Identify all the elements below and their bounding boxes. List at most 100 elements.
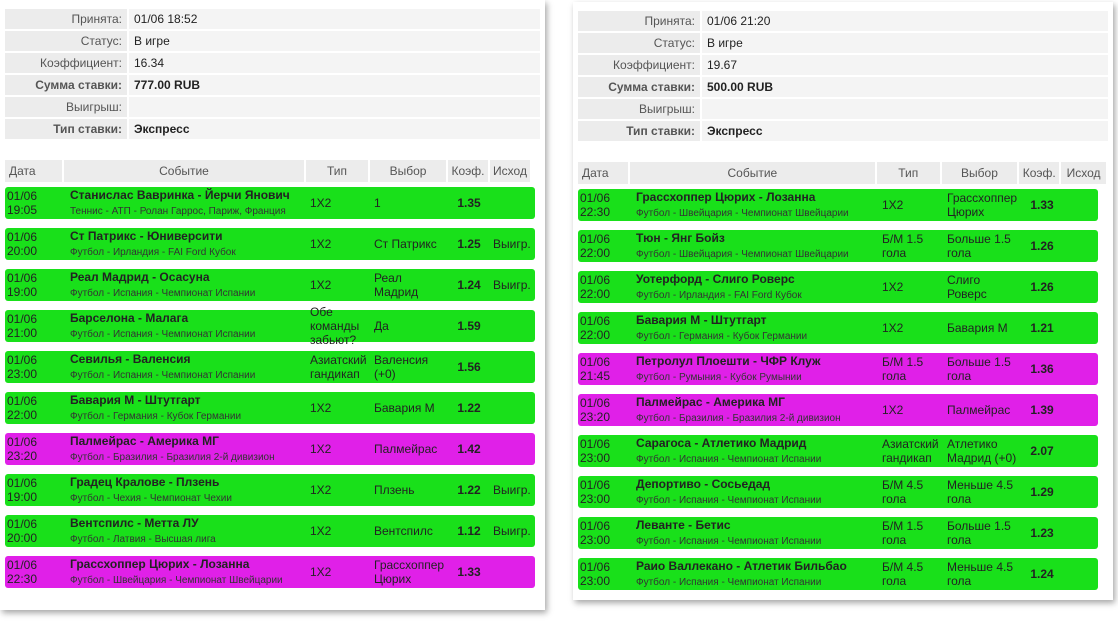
bet-type: Азиатский гандикап: [882, 437, 939, 465]
event-title: Грассхоппер Цюрих - Лозанна: [636, 189, 816, 204]
bet-type-cell: 1X2: [306, 511, 370, 551]
event-row: 01/06 23:20 Палмейрас - Америка МГ Футбол -…: [5, 429, 540, 469]
event-league: Футбол - Германия - Кубок Германии: [636, 330, 808, 342]
result-cell: [1063, 226, 1108, 266]
bet-type: Б/М 4.5 гола: [882, 560, 924, 588]
info-value-accepted: 01/06 18:52: [129, 9, 540, 29]
bet-type-cell: Азиатский гандикап: [306, 347, 370, 387]
coef-cell: 1.23: [1021, 513, 1063, 553]
event-row: 01/06 21:00 Барселона - Малага Футбол - Исп…: [5, 305, 540, 347]
event-date: 01/06: [7, 517, 38, 531]
bet-type-cell: Б/М 1.5 гола: [878, 349, 943, 389]
event-date-cell: 01/06 23:00: [578, 513, 630, 553]
event-cell: Градец Кралове - Плзень Футбол - Чехия - …: [64, 470, 306, 510]
event-date: 01/06: [580, 478, 611, 492]
coef-cell: 1.24: [1021, 554, 1063, 594]
event-row: 01/06 22:30 Грассхоппер Цюрих - Лозанна Фут…: [578, 185, 1108, 225]
bet-coef: 1.21: [1030, 321, 1054, 335]
event-cell: Бавария М - Штутгарт Футбол - Германия - …: [64, 388, 306, 428]
bet-choice: Валенсия (+0): [374, 353, 429, 381]
event-title: Бавария М - Штутгарт: [70, 392, 201, 407]
column-header-coef: Коэф.: [448, 160, 488, 182]
info-value-accepted: 01/06 21:20: [702, 11, 1108, 31]
bet-coef: 1.36: [1030, 362, 1054, 376]
event-league: Футбол - Румыния - Кубок Румынии: [636, 371, 802, 383]
event-title: Ст Патрикс - Юниверсити: [70, 228, 223, 243]
result-cell: [490, 347, 532, 387]
bet-choice: Бавария М: [374, 401, 435, 415]
info-value-coef: 16.34: [129, 53, 540, 73]
choice-cell: Реал Мадрид: [370, 265, 448, 305]
bet-coef: 1.22: [457, 401, 481, 415]
event-row: 01/06 23:20 Палмейрас - Америка МГ Футбол -…: [578, 390, 1108, 430]
event-time: 22:00: [580, 287, 611, 301]
event-title: Тюн - Янг Бойз: [636, 230, 725, 245]
event-time: 21:45: [580, 369, 611, 383]
bet-coef: 1.39: [1030, 403, 1054, 417]
event-time: 19:00: [7, 490, 38, 504]
bet-choice: Меньше 4.5 гола: [947, 478, 1013, 506]
bet-type: Б/М 1.5 гола: [882, 519, 924, 547]
bet-choice: Вентспилс: [374, 524, 433, 538]
info-row-accepted: Принята: 01/06 18:52: [5, 9, 540, 29]
column-header-event: Событие: [64, 160, 304, 182]
choice-cell: Больше 1.5 гола: [943, 349, 1021, 389]
info-value-coef: 19.67: [702, 55, 1108, 75]
event-time: 19:05: [7, 203, 38, 217]
event-time: 20:00: [7, 531, 38, 545]
info-label: Сумма ставки:: [578, 77, 700, 97]
event-league: Футбол - Бразилия - Бразилия 2-й дивизио…: [636, 412, 841, 424]
event-league: Футбол - Испания - Чемпионат Испании: [636, 494, 822, 506]
choice-cell: Больше 1.5 гола: [943, 226, 1021, 266]
event-date: 01/06: [7, 271, 38, 285]
event-cell: Грассхоппер Цюрих - Лозанна Футбол - Швей…: [630, 185, 878, 225]
result-cell: [490, 429, 532, 469]
choice-cell: Бавария М: [943, 308, 1021, 348]
event-row: 01/06 20:00 Вентспилс - Метта ЛУ Футбол - Л…: [5, 511, 540, 551]
result-cell: [1063, 554, 1108, 594]
event-time: 23:00: [580, 574, 611, 588]
coef-cell: 1.26: [1021, 226, 1063, 266]
event-date: 01/06: [7, 394, 38, 408]
events-list-left: 01/06 19:05 Станислас Вавринка - Йерчи Яно…: [5, 183, 540, 593]
column-header-event: Событие: [629, 162, 875, 184]
bet-result: Выигр.: [493, 524, 531, 538]
event-time: 22:00: [580, 246, 611, 260]
result-cell: [1063, 308, 1108, 348]
bet-type-cell: 1X2: [306, 552, 370, 592]
result-cell: [1063, 267, 1108, 307]
bet-choice: Бавария М: [947, 321, 1008, 335]
coef-cell: 1.25: [448, 224, 490, 264]
event-date-cell: 01/06 23:00: [5, 347, 64, 387]
bet-type: 1X2: [882, 280, 904, 294]
event-league: Футбол - Испания - Чемпионат Испании: [70, 287, 256, 299]
event-row: 01/06 22:00 Бавария М - Штутгарт Футбол - Г…: [5, 388, 540, 428]
column-header-date: Дата: [5, 160, 62, 182]
event-title: Вентспилс - Метта ЛУ: [70, 515, 199, 530]
bet-type: Обе команды забьют?: [310, 305, 360, 347]
column-header-type: Тип: [876, 162, 940, 184]
bet-slip-panel-left: Принята: 01/06 18:52 Статус: В игре Коэффи…: [0, 0, 545, 610]
bet-info-table: Принята: 01/06 18:52 Статус: В игре Коэффи…: [5, 9, 540, 141]
info-label: Принята:: [578, 11, 700, 31]
event-cell: Вентспилс - Метта ЛУ Футбол - Латвия - Вы…: [64, 511, 306, 551]
event-league: Футбол - Испания - Чемпионат Испании: [636, 535, 822, 547]
event-date-cell: 01/06 22:00: [5, 388, 64, 428]
event-date: 01/06: [580, 437, 611, 451]
event-date: 01/06: [7, 558, 38, 572]
info-value-win: [129, 97, 540, 117]
bet-type-cell: 1X2: [306, 183, 370, 223]
bet-coef: 1.24: [457, 278, 481, 292]
bet-choice: Атлетико Мадрид (+0): [947, 437, 1017, 465]
event-cell: Реал Мадрид - Осасуна Футбол - Испания - …: [64, 265, 306, 305]
bet-type-cell: 1X2: [878, 390, 943, 430]
event-date-cell: 01/06 23:00: [578, 472, 630, 512]
coef-cell: 1.33: [448, 552, 490, 592]
event-date-cell: 01/06 23:00: [578, 554, 630, 594]
event-row: 01/06 23:00 Депортиво - Сосьедад Футбол - И…: [578, 472, 1108, 512]
event-date-cell: 01/06 19:00: [5, 470, 64, 510]
info-label: Тип ставки:: [5, 119, 127, 139]
info-row-win: Выигрыш:: [578, 99, 1108, 119]
info-row-stake: Сумма ставки: 500.00 RUB: [578, 77, 1108, 97]
event-time: 22:00: [580, 328, 611, 342]
